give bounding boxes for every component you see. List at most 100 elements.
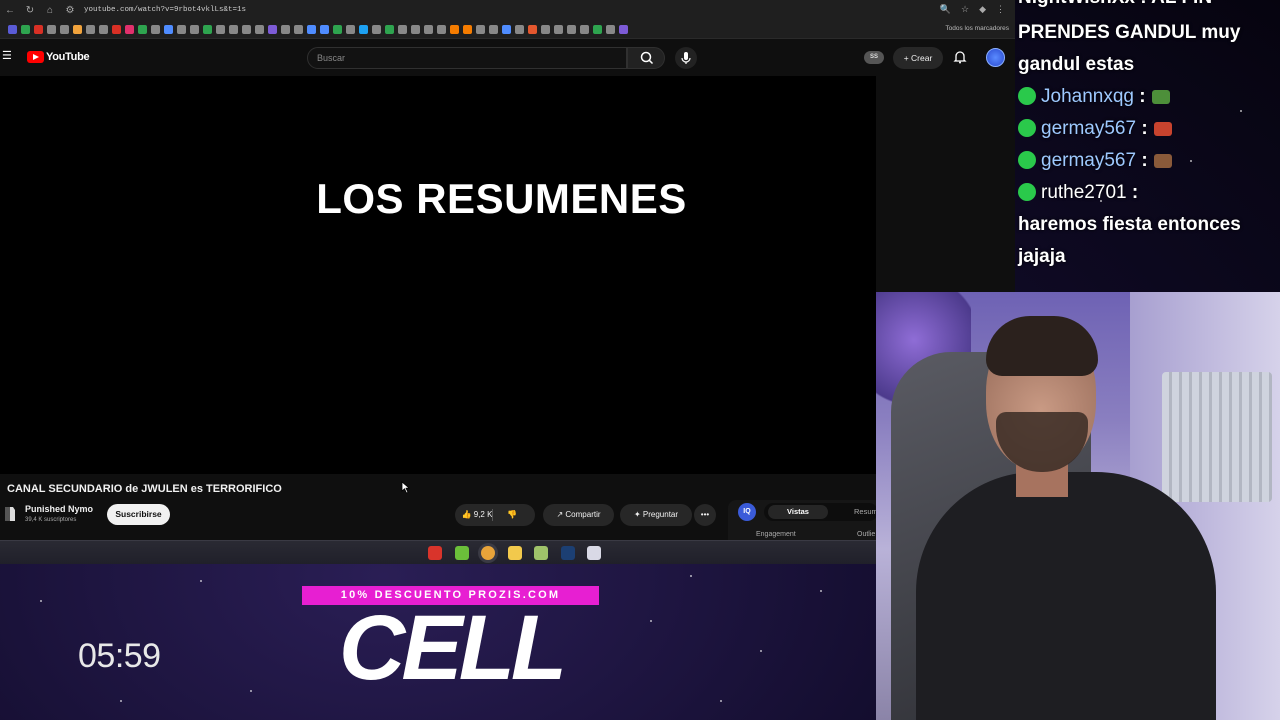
file-explorer-icon[interactable] — [507, 546, 522, 560]
bookmark-icon[interactable] — [580, 24, 589, 34]
bookmark-icon[interactable] — [593, 24, 602, 34]
webcam-feed — [876, 292, 1280, 720]
menu-kebab-icon[interactable]: ⋮ — [996, 4, 1005, 15]
app-icon-2[interactable] — [587, 546, 601, 560]
bookmarks-folder[interactable]: Todos los marcadores — [945, 25, 1009, 32]
back-icon[interactable]: ← — [0, 5, 20, 16]
bookmark-icon[interactable] — [606, 24, 615, 34]
bookmark-icon[interactable] — [307, 24, 316, 34]
bookmark-icon[interactable] — [47, 24, 56, 34]
bookmark-star-icon[interactable]: ☆ — [961, 4, 969, 15]
bookmark-icon[interactable] — [255, 24, 264, 34]
bookmark-icon[interactable] — [216, 24, 225, 34]
bookmark-icon[interactable] — [502, 24, 511, 34]
bookmark-icon[interactable] — [528, 24, 537, 34]
bookmark-icon[interactable] — [99, 24, 108, 34]
stream-screen: ← ↻ ⌂ ⚙ youtube.com/watch?v=9rbot4vklLs&… — [0, 0, 1280, 720]
bookmark-icon[interactable] — [21, 24, 30, 34]
more-actions-button[interactable]: ••• — [694, 504, 716, 526]
bookmark-icon[interactable] — [450, 24, 459, 34]
bookmark-icon[interactable] — [541, 24, 550, 34]
account-avatar[interactable] — [986, 48, 1005, 67]
share-icon: ↗ — [556, 510, 564, 519]
thumbs-up-icon: 👍 — [461, 510, 472, 519]
bookmark-icon[interactable] — [242, 24, 251, 34]
bookmark-icon[interactable] — [268, 24, 277, 34]
bookmark-icon[interactable] — [385, 24, 394, 34]
bookmark-icon[interactable] — [190, 24, 199, 34]
reload-icon[interactable]: ↻ — [20, 5, 40, 16]
bookmark-icon[interactable] — [359, 24, 368, 34]
bookmark-icon[interactable] — [73, 24, 82, 34]
hamburger-menu-icon[interactable]: ☰ — [2, 50, 14, 62]
bookmark-icon[interactable] — [229, 24, 238, 34]
stream-timer: 05:59 — [78, 637, 161, 675]
bookmark-icon[interactable] — [333, 24, 342, 34]
chat-username[interactable]: germay567 — [1041, 150, 1136, 171]
bookmark-icon[interactable] — [515, 24, 524, 34]
bookmark-icon[interactable] — [125, 24, 134, 34]
bookmark-icon[interactable] — [567, 24, 576, 34]
chat-username[interactable]: ruthe2701 — [1041, 182, 1127, 203]
site-info-icon[interactable]: ⚙ — [60, 5, 80, 16]
tab-vistas[interactable]: Vistas — [768, 505, 828, 519]
bookmark-icon[interactable] — [281, 24, 290, 34]
chat-username[interactable]: germay567 — [1041, 118, 1136, 139]
voice-search-button[interactable] — [675, 47, 697, 69]
bookmark-icon[interactable] — [151, 24, 160, 34]
video-info: CANAL SECUNDARIO de JWULEN es TERRORIFIC… — [0, 474, 1015, 540]
bookmark-icon[interactable] — [489, 24, 498, 34]
chrome-icon[interactable] — [481, 546, 495, 560]
bookmark-icon[interactable] — [203, 24, 212, 34]
webcam-person-body — [916, 472, 1216, 720]
bookmark-icon[interactable] — [112, 24, 121, 34]
bookmark-icon[interactable] — [60, 24, 69, 34]
bookmark-icon[interactable] — [164, 24, 173, 34]
extension-icon[interactable]: ◆ — [979, 4, 986, 15]
channel-name[interactable]: Punished Nymo — [25, 504, 93, 514]
bookmark-icon[interactable] — [294, 24, 303, 34]
tab-resumen[interactable]: Resum — [854, 505, 878, 519]
xbox-icon[interactable] — [454, 546, 469, 560]
photoshop-icon[interactable] — [560, 546, 575, 560]
search-input[interactable]: Buscar — [307, 47, 627, 69]
url-field[interactable]: youtube.com/watch?v=9rbot4vklLs&t=1s — [84, 6, 246, 14]
notifications-bell-icon[interactable] — [953, 50, 967, 64]
chat-username[interactable]: Johannxqg — [1041, 86, 1134, 107]
bookmark-icon[interactable] — [437, 24, 446, 34]
subscribe-button[interactable]: Suscribirse — [107, 504, 170, 525]
youtube-logo[interactable]: YouTube — [27, 51, 90, 63]
bookmark-icon[interactable] — [138, 24, 147, 34]
bookmark-icon[interactable] — [398, 24, 407, 34]
ask-button[interactable]: ✦ Preguntar — [620, 504, 692, 526]
like-button[interactable]: 👍 9,2 K — [461, 504, 493, 526]
dislike-button[interactable]: 👎 — [507, 504, 517, 526]
extension-logo[interactable]: IQ — [738, 503, 756, 521]
create-button[interactable]: + Crear — [893, 47, 943, 69]
bookmark-icon[interactable] — [34, 24, 43, 34]
bookmark-icon[interactable] — [177, 24, 186, 34]
bookmark-icon[interactable] — [8, 24, 17, 34]
record-icon[interactable] — [428, 546, 442, 560]
bookmark-icon[interactable] — [346, 24, 355, 34]
home-icon[interactable]: ⌂ — [40, 5, 60, 16]
bookmark-icon[interactable] — [476, 24, 485, 34]
chat-separator: : — [1136, 118, 1148, 139]
bookmark-icon[interactable] — [619, 24, 628, 34]
zoom-icon[interactable]: 🔍 — [940, 4, 951, 15]
bookmark-icon[interactable] — [424, 24, 433, 34]
video-player[interactable] — [0, 76, 876, 474]
bookmark-icon[interactable] — [320, 24, 329, 34]
app-icon[interactable] — [534, 546, 548, 560]
bookmark-icon[interactable] — [411, 24, 420, 34]
video-frame-text: LOS RESUMENES — [316, 175, 687, 222]
share-button[interactable]: ↗ Compartir — [543, 504, 614, 526]
chat-message-text: PRENDES GANDUL muy — [1018, 22, 1241, 43]
search-button[interactable] — [627, 47, 665, 69]
bookmark-icon[interactable] — [86, 24, 95, 34]
bookmark-icon[interactable] — [372, 24, 381, 34]
bookmark-icon[interactable] — [554, 24, 563, 34]
bookmark-icon[interactable] — [463, 24, 472, 34]
ss-badge[interactable]: SS — [864, 51, 884, 64]
channel-avatar[interactable] — [2, 505, 18, 523]
